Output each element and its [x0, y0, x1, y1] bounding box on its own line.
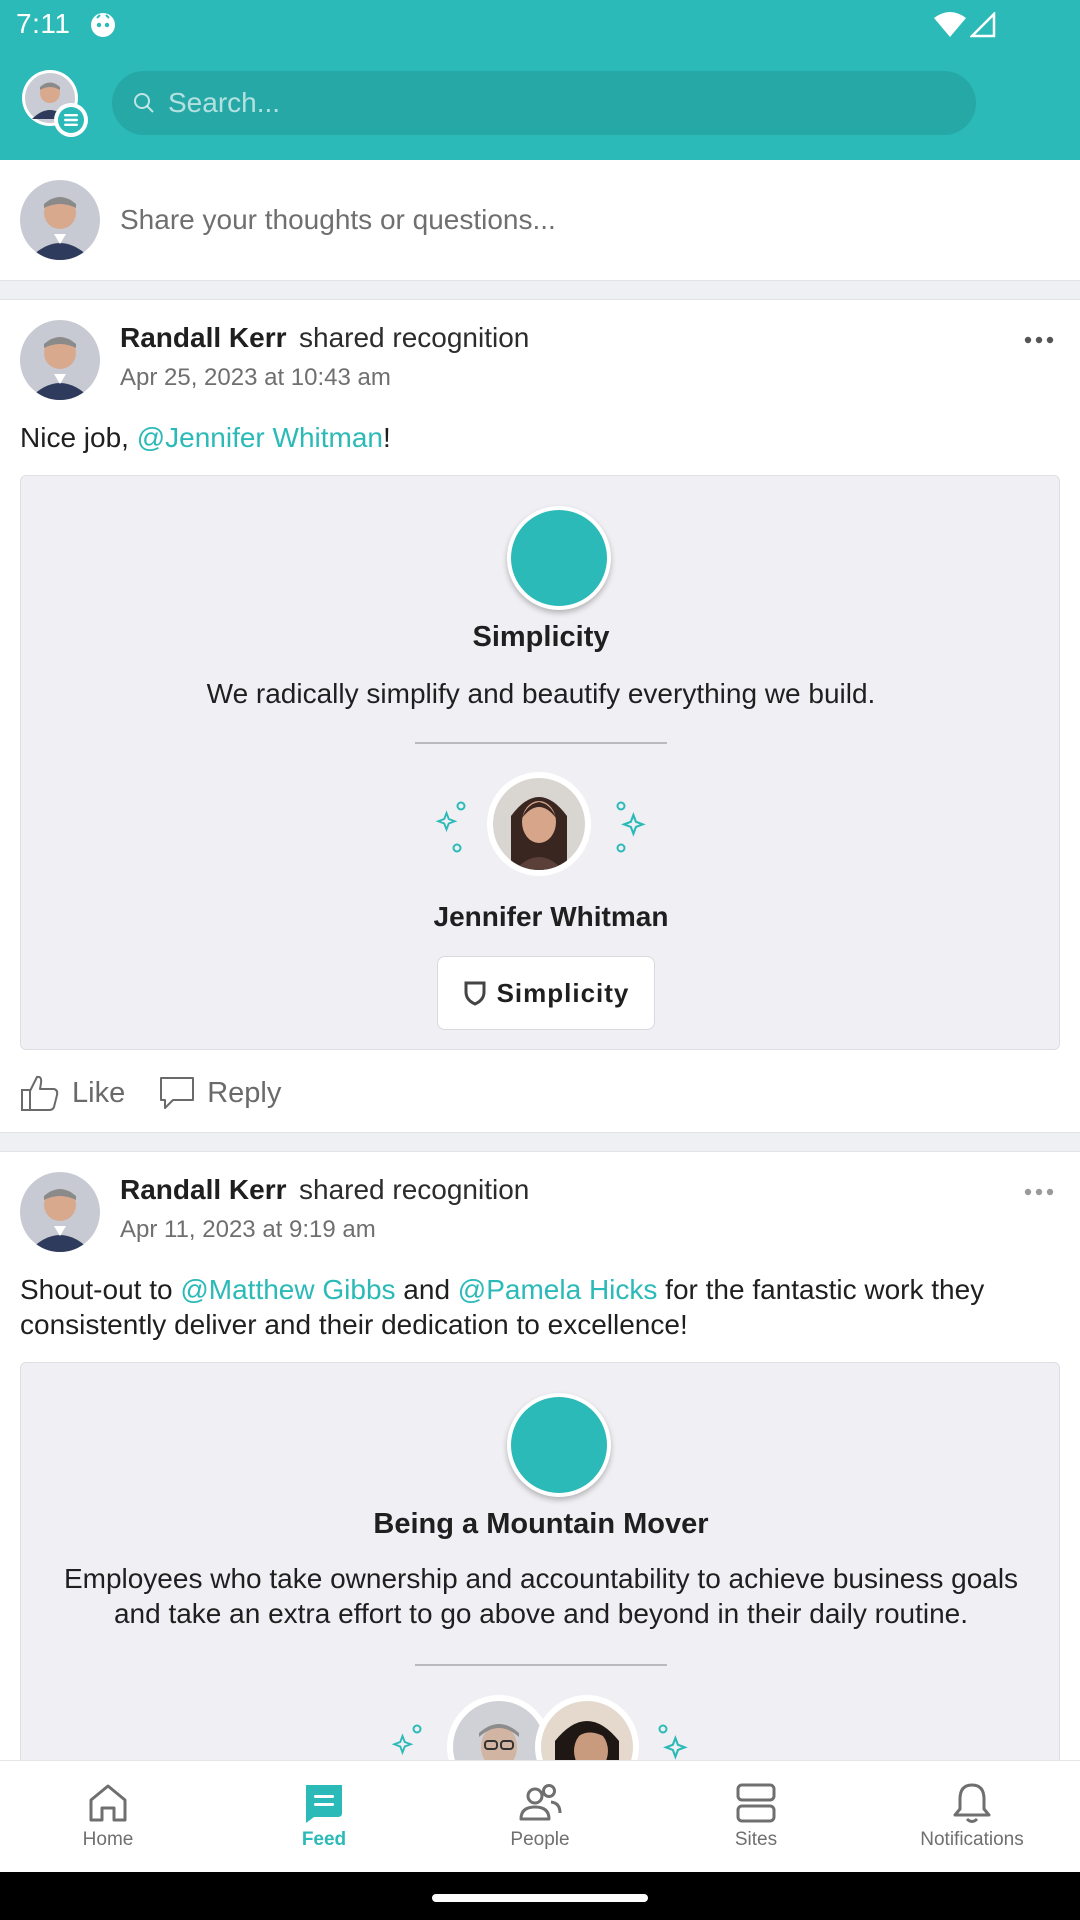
recognition-card: Being a Mountain Mover Employees who tak…: [20, 1362, 1060, 1782]
sparkle-icon: [435, 801, 466, 853]
menu-icon: [64, 114, 78, 126]
nav-notifications-label: Notifications: [920, 1829, 1024, 1850]
feed-icon: [306, 1785, 342, 1823]
more-options-icon[interactable]: [1024, 1187, 1054, 1197]
wifi-icon: [934, 12, 966, 37]
like-label: Like: [72, 1076, 126, 1109]
post-composer[interactable]: Share your thoughts or questions...: [0, 160, 1080, 280]
card-divider: [415, 1664, 667, 1666]
post-action-text: shared recognition: [299, 1174, 530, 1205]
home-icon: [89, 1784, 127, 1822]
nav-feed[interactable]: Feed: [216, 1761, 432, 1873]
bottom-navigation: Home Feed People Sites Notifications: [0, 1760, 1080, 1872]
post-action-text: shared recognition: [299, 322, 530, 353]
feed-divider: [0, 1132, 1080, 1152]
recipient-avatar[interactable]: [487, 772, 591, 876]
post-timestamp[interactable]: Apr 11, 2023 at 9:19 am: [120, 1216, 376, 1244]
search-box[interactable]: [112, 71, 976, 135]
more-options-icon[interactable]: [1024, 335, 1054, 345]
people-icon: [519, 1784, 562, 1821]
reply-label: Reply: [207, 1076, 282, 1109]
post-author-name[interactable]: Randall Kerr: [120, 322, 287, 354]
post-body: Shout-out to @Matthew Gibbs and @Pamela …: [20, 1272, 1060, 1342]
home-indicator[interactable]: [432, 1894, 648, 1902]
author-avatar[interactable]: [20, 320, 100, 400]
post-body-text: Nice job,: [20, 422, 137, 453]
value-tag-button[interactable]: Simplicity: [437, 956, 655, 1030]
bell-icon: [953, 1783, 991, 1823]
value-description: Employees who take ownership and account…: [63, 1563, 1019, 1629]
sites-icon: [736, 1783, 776, 1823]
thumbs-up-icon: [21, 1075, 59, 1111]
value-tag-label: Simplicity: [496, 977, 630, 1008]
post-actions: Like Reply: [20, 1070, 315, 1116]
value-title: Simplicity: [472, 621, 610, 653]
composer-placeholder[interactable]: Share your thoughts or questions...: [120, 204, 556, 236]
nav-notifications[interactable]: Notifications: [864, 1761, 1080, 1873]
status-time: 7:11: [16, 8, 71, 39]
sparkle-icon: [616, 801, 646, 853]
avatar: [493, 778, 585, 870]
recipient-name[interactable]: Jennifer Whitman: [21, 901, 1059, 933]
like-button[interactable]: Like: [20, 1074, 125, 1112]
post-body-text: Shout-out to: [20, 1274, 181, 1305]
nav-home-label: Home: [82, 1829, 134, 1850]
nav-sites-label: Sites: [734, 1829, 778, 1850]
nav-sites[interactable]: Sites: [648, 1761, 864, 1873]
nav-home[interactable]: Home: [0, 1761, 216, 1873]
reply-button[interactable]: Reply: [159, 1076, 281, 1110]
post-body-text: and: [395, 1274, 458, 1305]
comment-icon: [160, 1077, 195, 1109]
feed-divider: [0, 280, 1080, 300]
recognition-card: Simplicity We radically simplify and bea…: [20, 475, 1060, 1050]
value-description: We radically simplify and beautify every…: [206, 678, 876, 709]
value-title: Being a Mountain Mover: [373, 1508, 709, 1540]
nav-people[interactable]: People: [432, 1761, 648, 1873]
shield-icon: [464, 981, 486, 1006]
post-body: Nice job, @Jennifer Whitman!: [20, 420, 1060, 455]
nav-feed-label: Feed: [301, 1829, 347, 1850]
status-bar: 7:11: [0, 0, 1080, 50]
value-badge-icon: [507, 506, 611, 610]
post-author-name[interactable]: Randall Kerr: [120, 1174, 287, 1206]
mention-link[interactable]: @Jennifer Whitman: [137, 422, 383, 453]
app-notification-icon: [91, 13, 115, 37]
search-input[interactable]: [168, 71, 948, 135]
post-body-text: !: [383, 422, 391, 453]
card-divider: [415, 742, 667, 744]
mention-link[interactable]: @Pamela Hicks: [458, 1274, 658, 1305]
app-header: 7:11: [0, 0, 1080, 160]
menu-badge[interactable]: [54, 103, 88, 137]
signal-icon: [970, 12, 996, 38]
search-icon: [134, 93, 154, 113]
mention-link[interactable]: @Matthew Gibbs: [180, 1274, 395, 1305]
author-avatar[interactable]: [20, 1172, 100, 1252]
post-timestamp[interactable]: Apr 25, 2023 at 10:43 am: [120, 364, 391, 392]
nav-people-label: People: [510, 1829, 570, 1850]
avatar: [20, 180, 100, 260]
value-badge-icon: [507, 1393, 611, 1497]
